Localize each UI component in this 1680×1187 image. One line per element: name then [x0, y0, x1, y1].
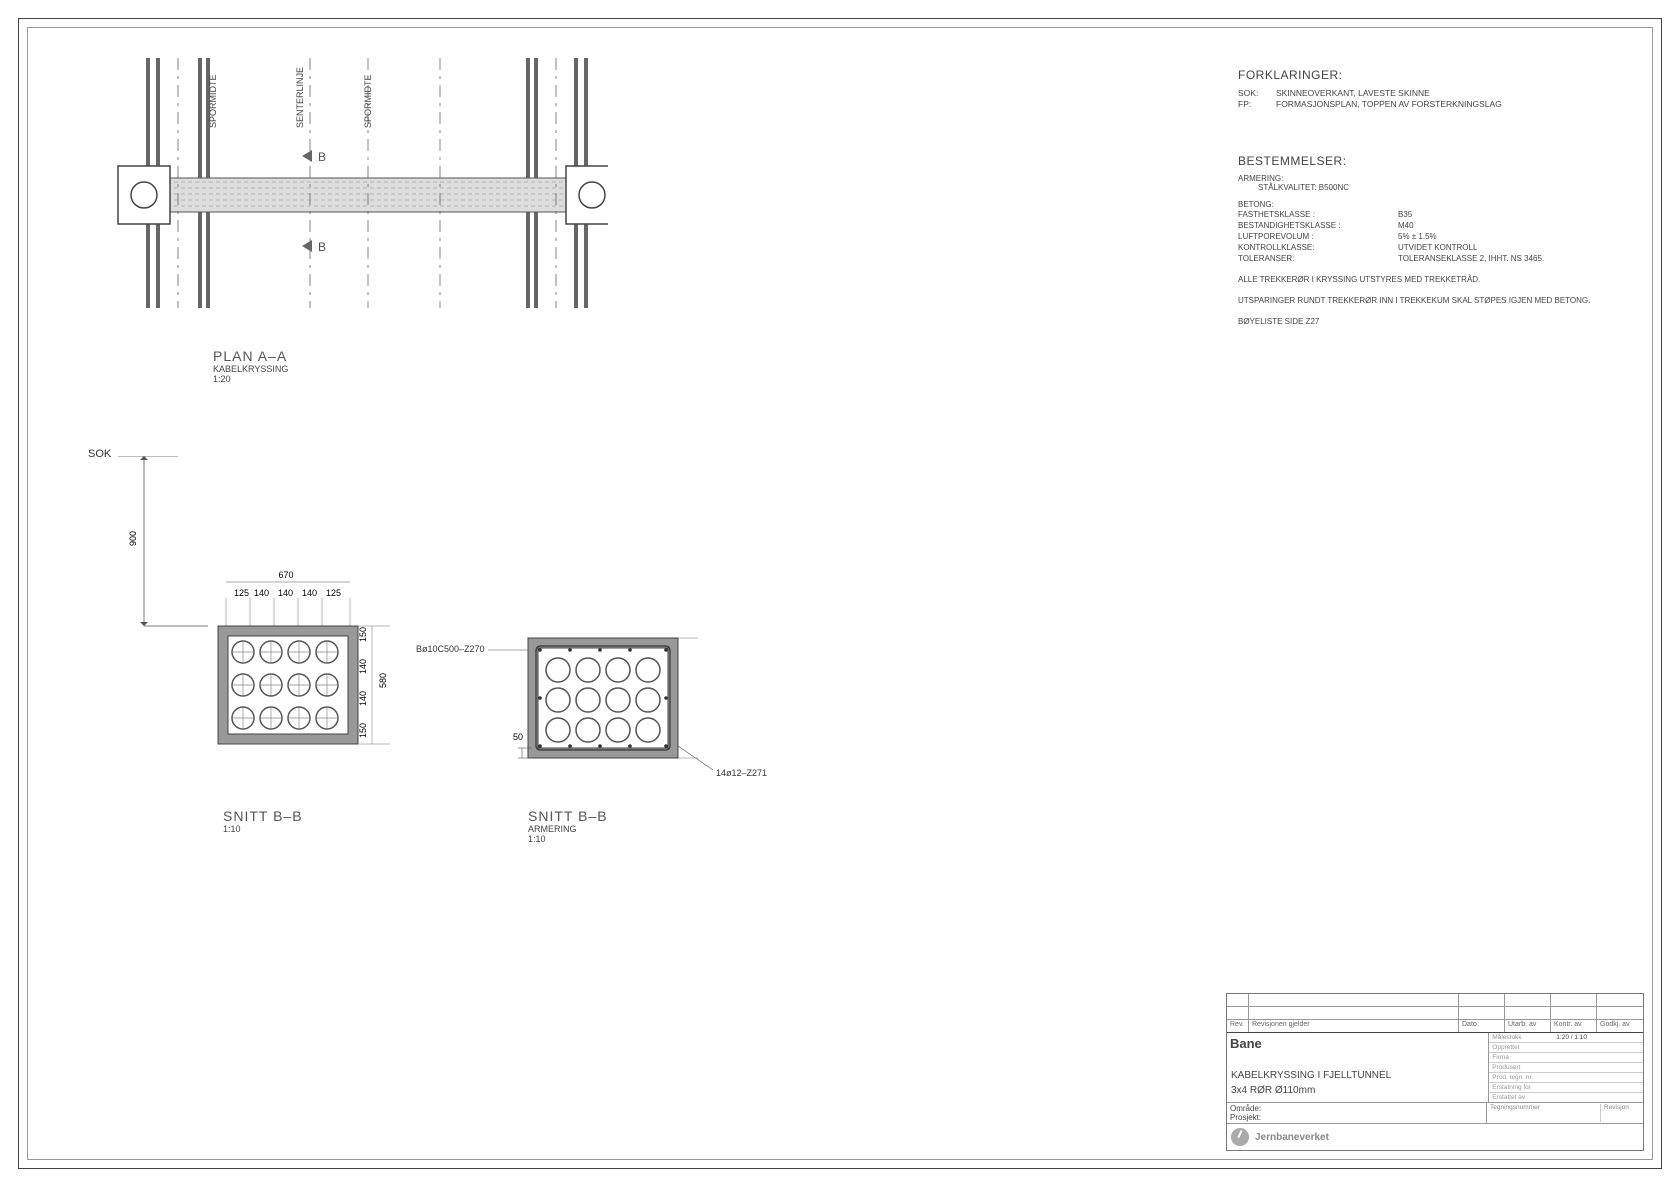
title-block: Rev. Revisjonen gjelder Dato Utarb. av K…: [1226, 993, 1644, 1151]
sheet-outer-border: B B SPORMIDTE SENTERLINJE SPORMIDTE PLAN…: [18, 18, 1662, 1169]
bestemmelser-heading: BESTEMMELSER:: [1238, 154, 1658, 168]
section-bb-left: 670 125 140 140 140 125: [158, 568, 418, 801]
svg-text:125: 125: [234, 588, 249, 598]
svg-text:580: 580: [378, 673, 388, 688]
plan-scale: 1:20: [213, 374, 288, 384]
svg-text:50: 50: [513, 732, 523, 742]
plan-subtitle: KABELKRYSSING: [213, 364, 288, 374]
org-name: Jernbaneverket: [1255, 1132, 1329, 1143]
plan-title: PLAN A–A: [213, 348, 288, 364]
notes-panel: FORKLARINGER: SOK:SKINNEOVERKANT, LAVEST…: [1238, 68, 1658, 327]
bane-label: Bane: [1227, 1033, 1488, 1054]
rebar-label-left: Bø10C500–Z270: [416, 644, 485, 654]
svg-text:125: 125: [326, 588, 341, 598]
jernbaneverket-logo-icon: [1231, 1128, 1249, 1146]
axis-label: SPORMIDTE: [208, 74, 218, 128]
sheet-inner-border: B B SPORMIDTE SENTERLINJE SPORMIDTE PLAN…: [27, 27, 1653, 1160]
svg-text:140: 140: [358, 659, 368, 674]
svg-text:670: 670: [278, 570, 293, 580]
section-marker: B: [318, 150, 326, 164]
omrade-label: Område:: [1230, 1104, 1483, 1113]
section-bb-right: 50 Bø10C500–Z270 14ø12–Z271: [488, 630, 788, 803]
svg-text:150: 150: [358, 627, 368, 642]
axis-label: SENTERLINJE: [295, 67, 305, 128]
svg-text:140: 140: [254, 588, 269, 598]
section-bb-right-title: SNITT B–B ARMERING 1:10: [528, 808, 608, 844]
section-bb-left-title: SNITT B–B 1:10: [223, 808, 303, 834]
plan-view: B B SPORMIDTE SENTERLINJE SPORMIDTE: [88, 58, 608, 308]
svg-text:140: 140: [358, 691, 368, 706]
drawing-title-2: 3x4 RØR Ø110mm: [1227, 1083, 1488, 1098]
axis-label: SPORMIDTE: [363, 74, 373, 128]
svg-text:900: 900: [128, 531, 138, 546]
prosjekt-label: Prosjekt:: [1230, 1113, 1483, 1122]
section-marker: B: [318, 240, 326, 254]
plan-title-block: PLAN A–A KABELKRYSSING 1:20: [213, 348, 288, 384]
svg-text:150: 150: [358, 723, 368, 738]
svg-text:140: 140: [302, 588, 317, 598]
drawing-title-1: KABELKRYSSING I FJELLTUNNEL: [1227, 1068, 1488, 1083]
svg-text:140: 140: [278, 588, 293, 598]
rebar-label-right: 14ø12–Z271: [716, 768, 767, 778]
forklaringer-heading: FORKLARINGER:: [1238, 68, 1658, 82]
